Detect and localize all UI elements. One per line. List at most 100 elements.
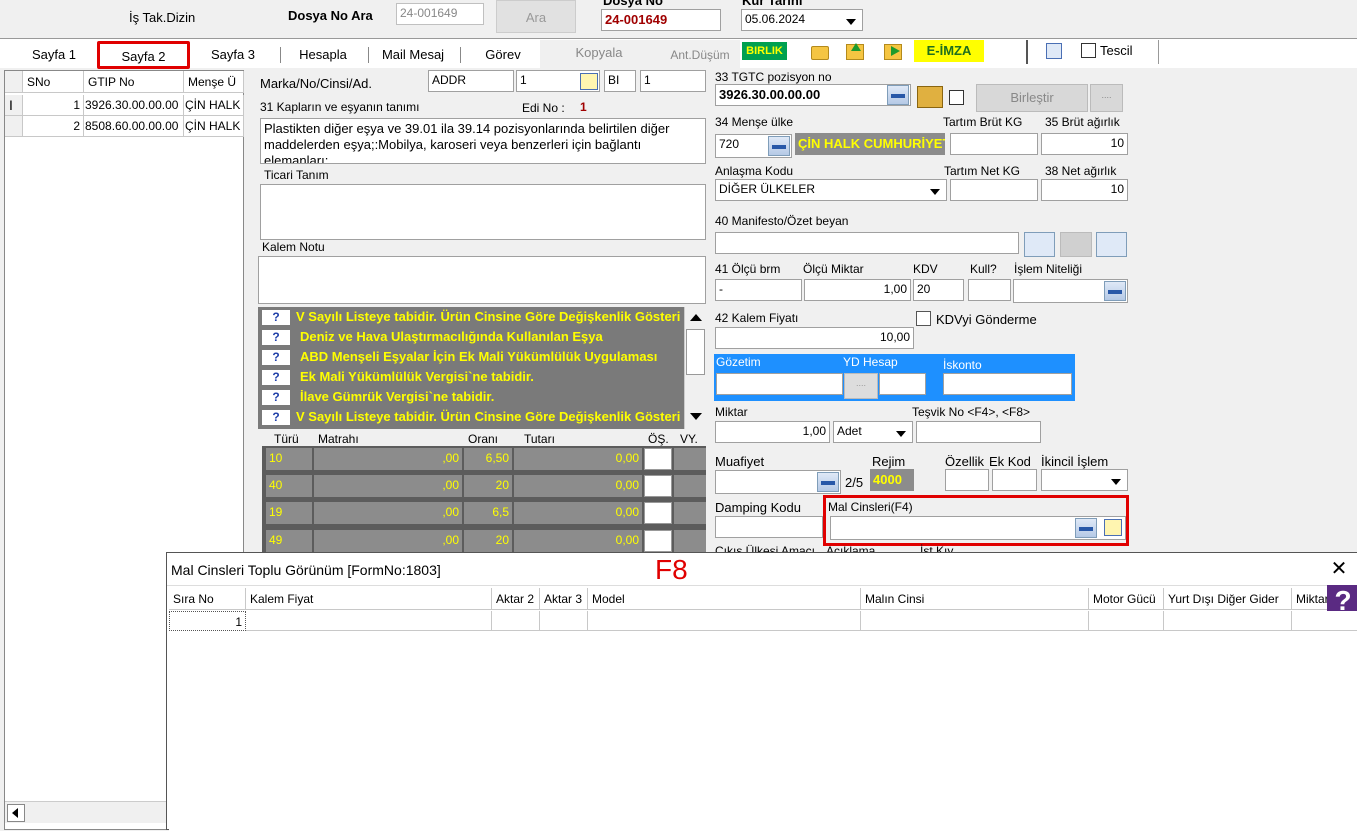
column-mense[interactable]: Menşe Ü bbox=[184, 71, 244, 93]
tab-sayfa1[interactable]: Sayfa 1 bbox=[15, 44, 93, 66]
list-icon[interactable] bbox=[1024, 232, 1055, 257]
birlestir-extra-button[interactable]: .... bbox=[1090, 84, 1123, 112]
anlasma-select[interactable]: DİĞER ÜLKELER bbox=[715, 179, 947, 201]
tgtc-checkbox[interactable] bbox=[949, 90, 964, 105]
lookup-icon[interactable] bbox=[1075, 518, 1097, 538]
is-takip-link[interactable]: İş Tak.Dizin bbox=[129, 10, 195, 25]
column-motor-gucu[interactable]: Motor Gücü bbox=[1089, 588, 1164, 610]
tab-sayfa3[interactable]: Sayfa 3 bbox=[198, 44, 268, 66]
brut-agirlik-input[interactable]: 10 bbox=[1041, 133, 1128, 155]
info-item[interactable]: ? Deniz ve Hava Ulaştırmacılığında Kullan… bbox=[260, 328, 680, 347]
table-row[interactable]: 40 ,00 20 0,00 bbox=[262, 475, 706, 497]
kalem-fiyati-input[interactable]: 10,00 bbox=[715, 327, 914, 349]
info-item[interactable]: ? ABD Menşeli Eşyalar İçin Ek Mali Yüküml… bbox=[260, 348, 680, 367]
ek-kod-input[interactable] bbox=[992, 469, 1037, 491]
tartim-brut-input[interactable] bbox=[950, 133, 1038, 155]
folder-open-icon[interactable] bbox=[811, 46, 829, 60]
tgtc-input[interactable]: 3926.30.00.00.00 bbox=[715, 84, 911, 106]
table-row[interactable]: 1 bbox=[169, 611, 1357, 631]
lookup-icon[interactable] bbox=[817, 472, 839, 492]
edit-icon[interactable] bbox=[580, 73, 598, 90]
table-row[interactable]: I 1 3926.30.00.00.00 ÇİN HALK bbox=[5, 95, 245, 116]
rejim-field[interactable]: 4000 bbox=[870, 469, 914, 491]
gozetim-input[interactable] bbox=[716, 373, 843, 395]
muafiyet-input[interactable] bbox=[715, 470, 841, 494]
yd-hesap-input[interactable] bbox=[879, 373, 926, 395]
manifesto-input[interactable] bbox=[715, 232, 1019, 254]
tesvik-input[interactable] bbox=[916, 421, 1041, 443]
tax-os-box[interactable] bbox=[644, 448, 672, 470]
eimza-button[interactable]: E-İMZA bbox=[914, 40, 984, 62]
marka-bi-input[interactable]: BI bbox=[604, 70, 636, 92]
ozellik-input[interactable] bbox=[945, 469, 989, 491]
tax-os-box[interactable] bbox=[644, 502, 672, 524]
kur-tarihi-select[interactable]: 05.06.2024 bbox=[741, 9, 863, 31]
scroll-down-icon[interactable] bbox=[690, 413, 702, 420]
birlestir-button[interactable]: Birleştir bbox=[976, 84, 1088, 112]
kull-input[interactable] bbox=[968, 279, 1011, 301]
damping-input[interactable] bbox=[715, 516, 823, 538]
scroll-thumb[interactable] bbox=[686, 329, 705, 375]
marka-input[interactable]: ADDR bbox=[428, 70, 514, 92]
lookup-icon[interactable] bbox=[1104, 281, 1126, 301]
yd-hesap-lookup-button[interactable]: .... bbox=[844, 373, 878, 399]
scroll-up-icon[interactable] bbox=[690, 314, 702, 321]
kdv-input[interactable]: 20 bbox=[913, 279, 964, 301]
kopyala-button[interactable]: Kopyala bbox=[560, 42, 638, 64]
info-item[interactable]: ? V Sayılı Listeye tabidir. Ürün Cinsine … bbox=[260, 308, 680, 327]
print-preview-icon[interactable] bbox=[1046, 43, 1062, 59]
islem-niteligi-input[interactable] bbox=[1013, 279, 1128, 303]
export-icon[interactable] bbox=[884, 44, 902, 60]
table-row[interactable]: 19 ,00 6,5 0,00 bbox=[262, 502, 706, 524]
vertical-scrollbar[interactable] bbox=[684, 307, 706, 429]
ikincil-islem-select[interactable] bbox=[1041, 469, 1128, 491]
manifesto-add-icon[interactable] bbox=[1096, 232, 1127, 257]
column-malin-cinsi[interactable]: Malın Cinsi bbox=[861, 588, 1089, 610]
dosya-no-field[interactable]: 24-001649 bbox=[601, 9, 721, 31]
column-aktar2[interactable]: Aktar 2 bbox=[492, 588, 540, 610]
ara-button[interactable]: Ara bbox=[496, 0, 576, 33]
column-yurt-disi[interactable]: Yurt Dışı Diğer Gider bbox=[1164, 588, 1292, 610]
net-agirlik-input[interactable]: 10 bbox=[1041, 179, 1128, 201]
info-item[interactable]: ? İlave Gümrük Vergisi`ne tabidir. bbox=[260, 388, 680, 407]
tab-mail-mesaj[interactable]: Mail Mesaj bbox=[374, 44, 452, 66]
birlik-button[interactable]: BIRLIK bbox=[742, 42, 787, 60]
column-gtip[interactable]: GTIP No bbox=[84, 71, 184, 93]
tartim-net-input[interactable] bbox=[950, 179, 1038, 201]
package-icon[interactable] bbox=[917, 86, 943, 108]
edit-icon[interactable] bbox=[1104, 519, 1122, 536]
column-sira-no[interactable]: Sıra No bbox=[169, 588, 246, 610]
iskonto-input[interactable] bbox=[943, 373, 1072, 395]
column-sno[interactable]: SNo bbox=[23, 71, 84, 93]
tab-hesapla[interactable]: Hesapla bbox=[288, 44, 358, 66]
mense-code-input[interactable]: 720 bbox=[715, 134, 792, 158]
column-aktar3[interactable]: Aktar 3 bbox=[540, 588, 588, 610]
table-row[interactable]: 49 ,00 20 0,00 bbox=[262, 530, 706, 552]
info-item[interactable]: ? V Sayılı Listeye tabidir. Ürün Cinsine … bbox=[260, 408, 680, 427]
dosya-no-ara-input[interactable]: 24-001649 bbox=[396, 3, 484, 25]
table-row[interactable]: 2 8508.60.00.00.00 ÇİN HALK bbox=[5, 116, 245, 137]
ant-dusum-button[interactable]: Ant.Düşüm bbox=[662, 44, 738, 66]
esya-tanimi-textarea[interactable]: Plastikten diğer eşya ve 39.01 ila 39.14… bbox=[260, 118, 706, 164]
miktar-input[interactable]: 1,00 bbox=[715, 421, 830, 443]
tab-sayfa2[interactable]: Sayfa 2 bbox=[97, 41, 190, 69]
marka-ad-input[interactable]: 1 bbox=[640, 70, 706, 92]
column-kalem-fiyat[interactable]: Kalem Fiyat bbox=[246, 588, 492, 610]
tax-os-box[interactable] bbox=[644, 530, 672, 552]
close-icon[interactable]: ✕ bbox=[1327, 559, 1351, 579]
tax-os-box[interactable] bbox=[644, 475, 672, 497]
tescil-checkbox[interactable] bbox=[1081, 43, 1096, 58]
column-model[interactable]: Model bbox=[588, 588, 861, 610]
miktar-unit-select[interactable]: Adet bbox=[833, 421, 913, 443]
mal-cinsleri-input[interactable] bbox=[830, 516, 1126, 540]
kdvyi-gonderme-checkbox[interactable] bbox=[916, 311, 931, 326]
kalem-notu-textarea[interactable] bbox=[258, 256, 706, 304]
olcu-birim-input[interactable]: - bbox=[715, 279, 802, 301]
tab-gorev[interactable]: Görev bbox=[472, 44, 534, 66]
ticari-tanim-textarea[interactable] bbox=[260, 184, 706, 240]
horizontal-scrollbar[interactable] bbox=[5, 801, 167, 823]
lookup-icon[interactable] bbox=[768, 136, 790, 156]
info-item[interactable]: ? Ek Mali Yükümlülük Vergisi`ne tabidir. bbox=[260, 368, 680, 387]
olcu-miktar-input[interactable]: 1,00 bbox=[804, 279, 911, 301]
scroll-left-button[interactable] bbox=[7, 804, 25, 822]
